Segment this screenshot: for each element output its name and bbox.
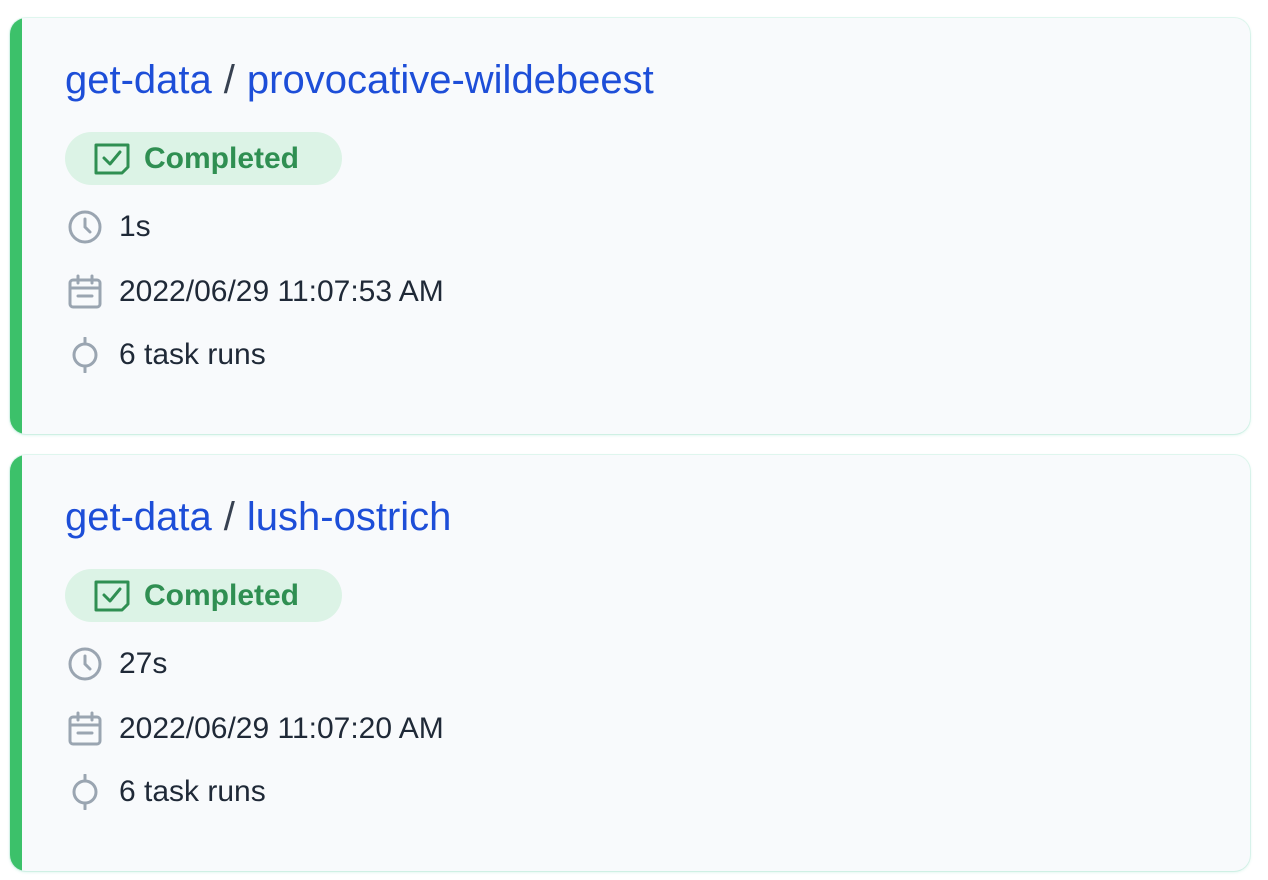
task-runs-row: 6 task runs [66,336,266,374]
start-time-value: 2022/06/29 11:07:53 AM [119,275,444,308]
duration-value: 1s [119,210,151,243]
duration-row: 1s [66,208,151,246]
state-label: Completed [144,578,300,612]
flow-name-link[interactable]: get-data [65,58,212,102]
task-run-icon [66,773,104,811]
check-square-icon [92,142,132,176]
task-runs-count: 6 task runs [119,775,266,808]
start-time-row: 2022/06/29 11:07:53 AM [66,273,444,311]
flow-run-name-link[interactable]: lush-ostrich [247,495,452,539]
task-runs-row: 6 task runs [66,773,266,811]
flow-run-title: get-data / lush-ostrich [65,491,451,543]
clock-icon [66,208,104,246]
duration-value: 27s [119,647,168,680]
calendar-icon [66,710,104,748]
flow-name-link[interactable]: get-data [65,495,212,539]
state-badge: Completed [65,132,342,185]
start-time-value: 2022/06/29 11:07:20 AM [119,712,444,745]
flow-run-card[interactable]: get-data / provocative-wildebeest Complete… [10,18,1250,434]
clock-icon [66,645,104,683]
task-run-icon [66,336,104,374]
flow-run-name-link[interactable]: provocative-wildebeest [247,58,654,102]
title-separator: / [223,495,235,539]
check-square-icon [92,579,132,613]
calendar-icon [66,273,104,311]
state-badge: Completed [65,569,342,622]
title-separator: / [223,58,235,102]
start-time-row: 2022/06/29 11:07:20 AM [66,710,444,748]
state-label: Completed [144,141,300,175]
flow-run-title: get-data / provocative-wildebeest [65,54,654,106]
state-accent-bar [10,455,22,871]
duration-row: 27s [66,645,167,683]
state-accent-bar [10,18,22,434]
flow-run-list: get-data / provocative-wildebeest Complete… [0,0,1268,880]
flow-run-card[interactable]: get-data / lush-ostrich Completed 27s 20… [10,455,1250,871]
task-runs-count: 6 task runs [119,338,266,371]
